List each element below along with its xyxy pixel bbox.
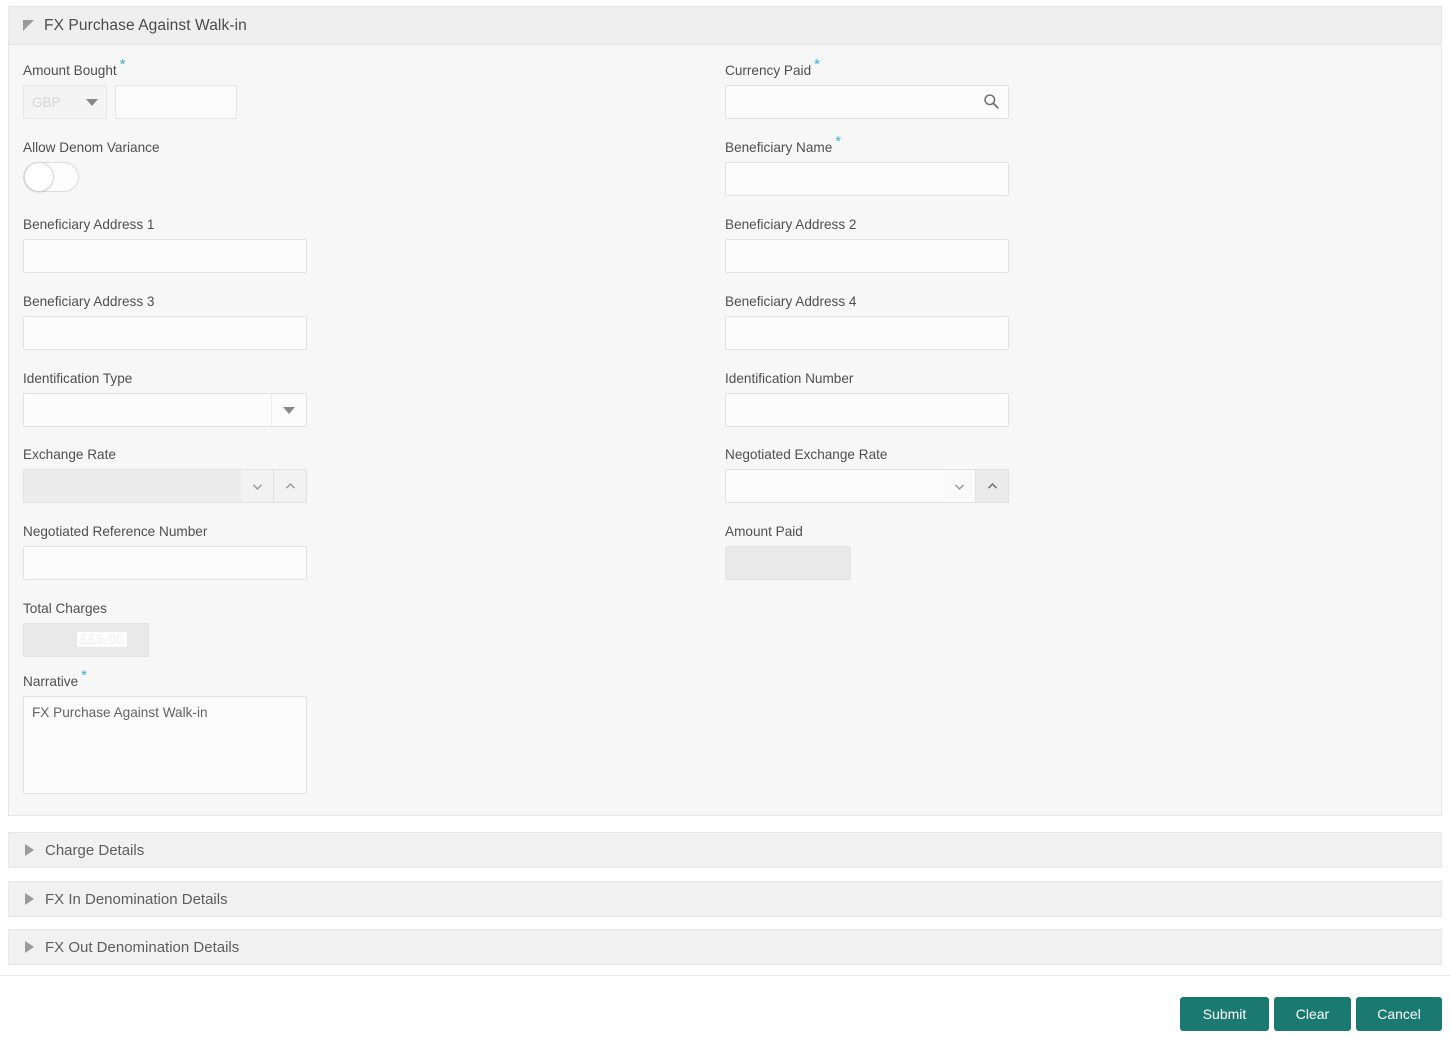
negotiated-exchange-rate-increment-button[interactable] [976, 469, 1009, 503]
amount-bought-row: GBP [23, 85, 713, 119]
label-identification-number: Identification Number [725, 371, 854, 386]
field-total-charges: Total Charges ££5.00 [23, 601, 713, 657]
currency-bought-value: GBP [32, 94, 61, 110]
identification-type-select[interactable] [23, 393, 307, 427]
field-negotiated-reference-number: Negotiated Reference Number [23, 524, 713, 580]
section-title: Charge Details [45, 841, 145, 859]
negotiated-exchange-rate-input[interactable] [725, 469, 943, 503]
panel-header[interactable]: FX Purchase Against Walk-in [9, 7, 1441, 45]
label-negotiated-reference-number: Negotiated Reference Number [23, 524, 208, 539]
currency-paid-input[interactable] [725, 85, 1009, 119]
label-beneficiary-name: Beneficiary Name * [725, 133, 842, 155]
narrative-textarea[interactable] [23, 696, 307, 794]
section-fx-out-denomination-details[interactable]: FX Out Denomination Details [8, 929, 1442, 965]
toggle-knob [24, 162, 54, 192]
amount-bought-input[interactable] [115, 85, 237, 119]
amount-paid-input [725, 546, 851, 580]
field-beneficiary-address-2: Beneficiary Address 2 [725, 217, 1415, 273]
currency-paid-search [725, 85, 1009, 119]
identification-number-input[interactable] [725, 393, 1009, 427]
field-amount-paid: Amount Paid [725, 524, 1415, 580]
allow-denom-variance-toggle[interactable] [23, 162, 79, 192]
field-beneficiary-address-4: Beneficiary Address 4 [725, 294, 1415, 350]
section-title: FX In Denomination Details [45, 890, 228, 908]
exchange-rate-decrement-button[interactable] [241, 469, 274, 503]
field-negotiated-exchange-rate: Negotiated Exchange Rate [725, 447, 1415, 503]
label-exchange-rate: Exchange Rate [23, 447, 116, 462]
negotiated-exchange-rate-decrement-button[interactable] [943, 469, 976, 503]
triangle-right-icon [25, 844, 34, 856]
identification-type-value [24, 394, 271, 426]
section-charge-details[interactable]: Charge Details [8, 832, 1442, 868]
negotiated-reference-number-input[interactable] [23, 546, 307, 580]
field-exchange-rate: Exchange Rate [23, 447, 713, 503]
section-title: FX Out Denomination Details [45, 938, 240, 956]
chevron-up-icon [285, 482, 295, 489]
label-beneficiary-address-1: Beneficiary Address 1 [23, 217, 155, 232]
field-beneficiary-address-1: Beneficiary Address 1 [23, 217, 713, 273]
panel-body: Amount Bought * GBP Allow Denom Variance … [9, 45, 1441, 815]
chevron-down-icon [252, 483, 262, 490]
field-amount-bought: Amount Bought * GBP [23, 56, 713, 119]
triangle-right-icon [25, 941, 34, 953]
required-asterisk: * [81, 667, 87, 685]
beneficiary-address-1-input[interactable] [23, 239, 307, 273]
label-currency-paid: Currency Paid * [725, 56, 820, 78]
label-identification-type: Identification Type [23, 371, 133, 386]
required-asterisk: * [835, 133, 842, 151]
caret-down-icon [283, 406, 295, 414]
field-beneficiary-name: Beneficiary Name * [725, 133, 1415, 196]
label-beneficiary-address-3: Beneficiary Address 3 [23, 294, 155, 309]
chevron-up-icon [987, 482, 997, 489]
label-beneficiary-address-2: Beneficiary Address 2 [725, 217, 857, 232]
cancel-button[interactable]: Cancel [1356, 997, 1442, 1031]
clear-button[interactable]: Clear [1274, 997, 1351, 1031]
field-identification-number: Identification Number [725, 371, 1415, 427]
label-total-charges: Total Charges [23, 601, 107, 616]
triangle-right-icon [25, 893, 34, 905]
chevron-down-icon [954, 483, 964, 490]
label-amount-paid: Amount Paid [725, 524, 803, 539]
triangle-expanded-icon[interactable] [23, 20, 34, 31]
label-negotiated-exchange-rate: Negotiated Exchange Rate [725, 447, 888, 462]
field-currency-paid: Currency Paid * [725, 56, 1415, 119]
beneficiary-address-2-input[interactable] [725, 239, 1009, 273]
field-beneficiary-address-3: Beneficiary Address 3 [23, 294, 713, 350]
exchange-rate-input [23, 469, 241, 503]
negotiated-exchange-rate-stepper [725, 469, 1009, 503]
beneficiary-address-3-input[interactable] [23, 316, 307, 350]
caret-down-icon [86, 98, 98, 106]
fx-purchase-panel: FX Purchase Against Walk-in Amount Bough… [8, 6, 1442, 816]
field-narrative: Narrative * [23, 667, 713, 799]
section-fx-in-denomination-details[interactable]: FX In Denomination Details [8, 881, 1442, 917]
currency-bought-select[interactable]: GBP [23, 85, 107, 119]
beneficiary-name-input[interactable] [725, 162, 1009, 196]
footer-action-bar: Submit Clear Cancel [0, 975, 1450, 1039]
page-title: FX Purchase Against Walk-in [44, 16, 247, 34]
beneficiary-address-4-input[interactable] [725, 316, 1009, 350]
exchange-rate-stepper [23, 469, 307, 503]
required-asterisk: * [814, 56, 820, 74]
label-allow-denom-variance: Allow Denom Variance [23, 140, 160, 155]
total-charges-masked-value: ££5.00 [77, 632, 128, 647]
exchange-rate-increment-button[interactable] [274, 469, 307, 503]
required-asterisk: * [119, 56, 126, 74]
submit-button[interactable]: Submit [1180, 997, 1269, 1031]
label-narrative: Narrative * [23, 667, 87, 689]
label-beneficiary-address-4: Beneficiary Address 4 [725, 294, 857, 309]
label-amount-bought: Amount Bought * [23, 56, 126, 78]
field-identification-type: Identification Type [23, 371, 713, 427]
identification-type-caret[interactable] [271, 394, 306, 426]
field-allow-denom-variance: Allow Denom Variance [23, 140, 713, 192]
